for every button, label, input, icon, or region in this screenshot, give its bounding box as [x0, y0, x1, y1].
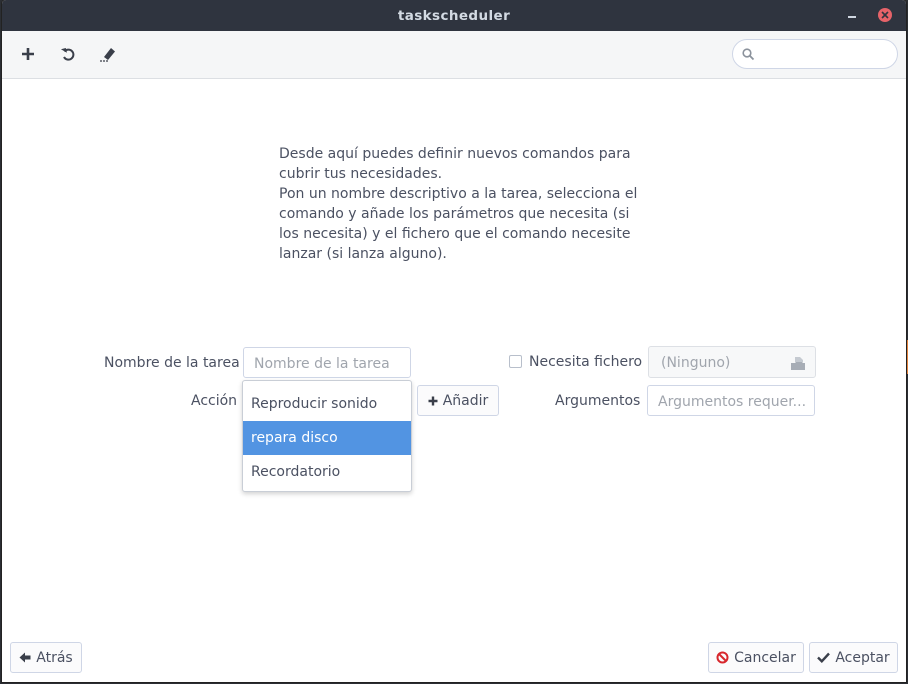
- file-chooser-button[interactable]: (Ninguno): [648, 346, 816, 378]
- file-chooser-value: (Ninguno): [661, 355, 731, 371]
- add-action-button[interactable]: Añadir: [417, 385, 499, 416]
- accept-button[interactable]: Aceptar: [809, 642, 898, 673]
- undo-button[interactable]: [52, 38, 84, 70]
- window-title: taskscheduler: [397, 8, 511, 24]
- task-name-field[interactable]: [243, 347, 411, 378]
- menu-item-repara-disco[interactable]: repara disco: [243, 421, 411, 455]
- cancel-button-label: Cancelar: [734, 649, 796, 666]
- back-button-label: Atrás: [36, 649, 73, 666]
- task-name-input[interactable]: [252, 353, 408, 375]
- minimize-button[interactable]: [845, 8, 859, 22]
- clear-button[interactable]: [92, 38, 124, 70]
- toolbar: [2, 31, 906, 79]
- description-line-2: Pon un nombre descriptivo a la tarea, se…: [279, 186, 638, 262]
- action-label: Acción: [191, 393, 238, 409]
- needs-file-label[interactable]: Necesita fichero: [529, 354, 642, 370]
- cancel-button[interactable]: Cancelar: [708, 642, 804, 673]
- menu-item-reproducir-sonido[interactable]: Reproducir sonido: [243, 387, 411, 421]
- description-line-1: Desde aquí puedes definir nuevos comando…: [279, 146, 631, 182]
- needs-file-checkbox[interactable]: [509, 355, 522, 368]
- close-button[interactable]: [878, 8, 892, 22]
- plus-icon: [22, 48, 34, 60]
- add-action-label: Añadir: [442, 392, 489, 409]
- checkmark-icon: [817, 652, 831, 663]
- menu-item-recordatorio[interactable]: Recordatorio: [243, 455, 411, 489]
- search-field[interactable]: [732, 39, 898, 69]
- accept-button-label: Aceptar: [835, 649, 890, 666]
- arguments-input[interactable]: [656, 391, 810, 413]
- arguments-label: Argumentos: [555, 393, 641, 409]
- back-button[interactable]: Atrás: [10, 642, 82, 673]
- arguments-field[interactable]: [647, 385, 815, 416]
- search-icon: [742, 48, 755, 61]
- plus-icon: [428, 396, 438, 405]
- undo-icon: [60, 47, 75, 61]
- cancel-icon: [716, 651, 729, 664]
- arrow-left-icon: [19, 652, 31, 663]
- search-input[interactable]: [761, 44, 891, 66]
- title-bar[interactable]: taskscheduler: [2, 0, 906, 31]
- task-name-label: Nombre de la tarea: [104, 355, 240, 371]
- action-dropdown-menu: Reproducir sonido repara disco Recordato…: [242, 380, 412, 492]
- edit-clear-icon: [100, 48, 115, 62]
- description-text: Desde aquí puedes definir nuevos comando…: [279, 144, 639, 264]
- close-icon: [881, 11, 889, 19]
- app-window: taskscheduler Desde aquí puedes definir …: [2, 0, 906, 682]
- add-button[interactable]: [12, 38, 44, 70]
- document-open-icon: [791, 357, 805, 370]
